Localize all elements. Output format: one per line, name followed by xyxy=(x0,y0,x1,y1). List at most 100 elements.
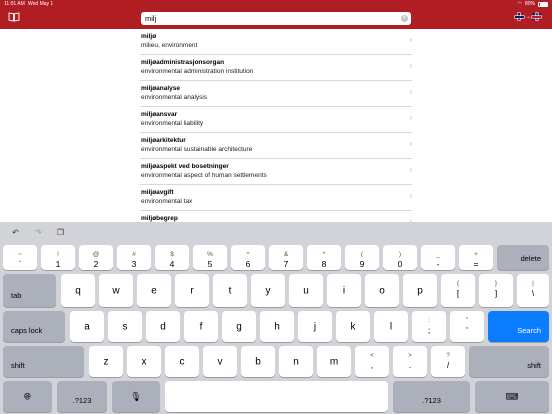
battery-percent: 80% xyxy=(524,1,535,7)
clear-icon[interactable]: ✕ xyxy=(401,15,408,22)
key-char: / xyxy=(446,360,450,370)
key-y[interactable]: y xyxy=(251,274,285,307)
key-6[interactable]: ^ 6 xyxy=(231,245,265,270)
key-c[interactable]: c xyxy=(165,346,199,377)
key-char: 8 xyxy=(321,259,327,269)
list-item[interactable]: miljøbegrep › xyxy=(140,211,412,222)
key-char: , xyxy=(370,360,374,370)
key-b[interactable]: b xyxy=(241,346,275,377)
delete-key[interactable]: delete xyxy=(497,245,549,270)
key-char: 3 xyxy=(131,259,137,269)
search-input[interactable]: milj xyxy=(145,14,156,23)
key-h[interactable]: h xyxy=(260,311,294,342)
key-bracket-left[interactable]: {[ xyxy=(441,274,475,307)
key-o[interactable]: o xyxy=(365,274,399,307)
caps-lock-label: caps lock xyxy=(11,326,43,335)
key-shift-char: " xyxy=(465,317,469,324)
key-q[interactable]: q xyxy=(61,274,95,307)
search-field[interactable]: milj ✕ xyxy=(141,12,411,25)
list-item[interactable]: miljøansvar environmental liability › xyxy=(140,107,412,133)
key-1[interactable]: ! 1 xyxy=(41,245,75,270)
key-v[interactable]: v xyxy=(203,346,237,377)
numbers-key-right[interactable]: .?123 xyxy=(393,381,470,412)
key-char: ` xyxy=(18,259,22,269)
key-char: 2 xyxy=(93,259,99,269)
undo-icon[interactable]: ↶ xyxy=(11,228,20,237)
entry-definition: environmental administration institution xyxy=(141,68,254,75)
keyboard: ↶ ↷ ❐ ~ ` ! 1 @2 #3 $4 % 5 ^ 6 & 7 * 8 (9 ) 0 _… xyxy=(0,222,552,414)
key-char: 9 xyxy=(359,259,365,269)
key-equals[interactable]: + = xyxy=(459,245,493,270)
language-direction-toggle[interactable]: → xyxy=(515,13,541,20)
key-slash[interactable]: ? / xyxy=(431,346,465,377)
redo-icon[interactable]: ↷ xyxy=(34,228,43,237)
key-r[interactable]: r xyxy=(175,274,209,307)
list-item[interactable]: miljøavgift environmental tax › xyxy=(140,185,412,211)
numbers-key-left[interactable]: .?123 xyxy=(57,381,107,412)
key-shift-char: @ xyxy=(92,251,100,258)
key-4[interactable]: $4 xyxy=(155,245,189,270)
key-x[interactable]: x xyxy=(127,346,161,377)
globe-key[interactable]: 🌐︎ xyxy=(3,381,52,412)
key-k[interactable]: k xyxy=(336,311,370,342)
key-char: g xyxy=(236,321,242,332)
status-date: Wed May 1 xyxy=(28,1,54,7)
key-w[interactable]: w xyxy=(99,274,133,307)
key-backtick[interactable]: ~ ` xyxy=(3,245,37,270)
key-bracket-right[interactable]: }] xyxy=(479,274,513,307)
book-icon[interactable] xyxy=(8,12,20,22)
right-shift-key[interactable]: shift xyxy=(469,346,549,377)
key-j[interactable]: j xyxy=(298,311,332,342)
key-p[interactable]: p xyxy=(403,274,437,307)
chevron-right-icon: › xyxy=(409,87,412,96)
key-comma[interactable]: <, xyxy=(355,346,389,377)
key-n[interactable]: n xyxy=(279,346,313,377)
hide-keyboard-key[interactable]: ⌨︎ xyxy=(475,381,549,412)
list-item[interactable]: miljø milieu, environment › xyxy=(140,29,412,55)
space-bar[interactable] xyxy=(165,381,388,412)
key-2[interactable]: @2 xyxy=(79,245,113,270)
key-char: i xyxy=(342,285,346,296)
entry-word: miljøanalyse xyxy=(141,85,181,92)
key-period[interactable]: >. xyxy=(393,346,427,377)
key-f[interactable]: f xyxy=(184,311,218,342)
key-minus[interactable]: _ - xyxy=(421,245,455,270)
key-shift-char: ? xyxy=(446,352,450,359)
key-u[interactable]: u xyxy=(289,274,323,307)
key-shift-char: $ xyxy=(170,251,174,258)
key-backslash[interactable]: | \ xyxy=(517,274,549,307)
caps-lock-key[interactable]: caps lock xyxy=(3,311,65,342)
key-shift-char: # xyxy=(132,251,136,258)
key-z[interactable]: z xyxy=(89,346,123,377)
battery-icon xyxy=(538,1,548,7)
key-a[interactable]: a xyxy=(70,311,104,342)
key-9[interactable]: (9 xyxy=(345,245,379,270)
entry-word: miljøansvar xyxy=(141,111,178,118)
key-t[interactable]: t xyxy=(213,274,247,307)
list-item[interactable]: miljøadministrasjonsorgan environmental … xyxy=(140,55,412,81)
list-item[interactable]: miljøarkitektur environmental sustainabl… xyxy=(140,133,412,159)
paste-icon[interactable]: ❐ xyxy=(56,228,65,237)
key-8[interactable]: * 8 xyxy=(307,245,341,270)
key-7[interactable]: & 7 xyxy=(269,245,303,270)
left-shift-key[interactable]: shift xyxy=(3,346,84,377)
key-3[interactable]: #3 xyxy=(117,245,151,270)
key-s[interactable]: s xyxy=(108,311,142,342)
key-char: a xyxy=(84,321,90,332)
dictation-key[interactable]: 🎙︎ xyxy=(112,381,160,412)
key-m[interactable]: m xyxy=(317,346,351,377)
key-semicolon[interactable]: :; xyxy=(412,311,446,342)
search-key[interactable]: Search xyxy=(488,311,549,342)
list-item[interactable]: miljøanalyse environmental analysis › xyxy=(140,81,412,107)
tab-key[interactable]: tab xyxy=(3,274,56,307)
list-item[interactable]: miljøaspekt ved bosetninger environmenta… xyxy=(140,159,412,185)
key-d[interactable]: d xyxy=(146,311,180,342)
key-i[interactable]: i xyxy=(327,274,361,307)
key-l[interactable]: l xyxy=(374,311,408,342)
key-quote[interactable]: " ' xyxy=(450,311,484,342)
key-g[interactable]: g xyxy=(222,311,256,342)
key-5[interactable]: % 5 xyxy=(193,245,227,270)
key-shift-char: < xyxy=(370,352,374,359)
key-e[interactable]: e xyxy=(137,274,171,307)
key-0[interactable]: ) 0 xyxy=(383,245,417,270)
